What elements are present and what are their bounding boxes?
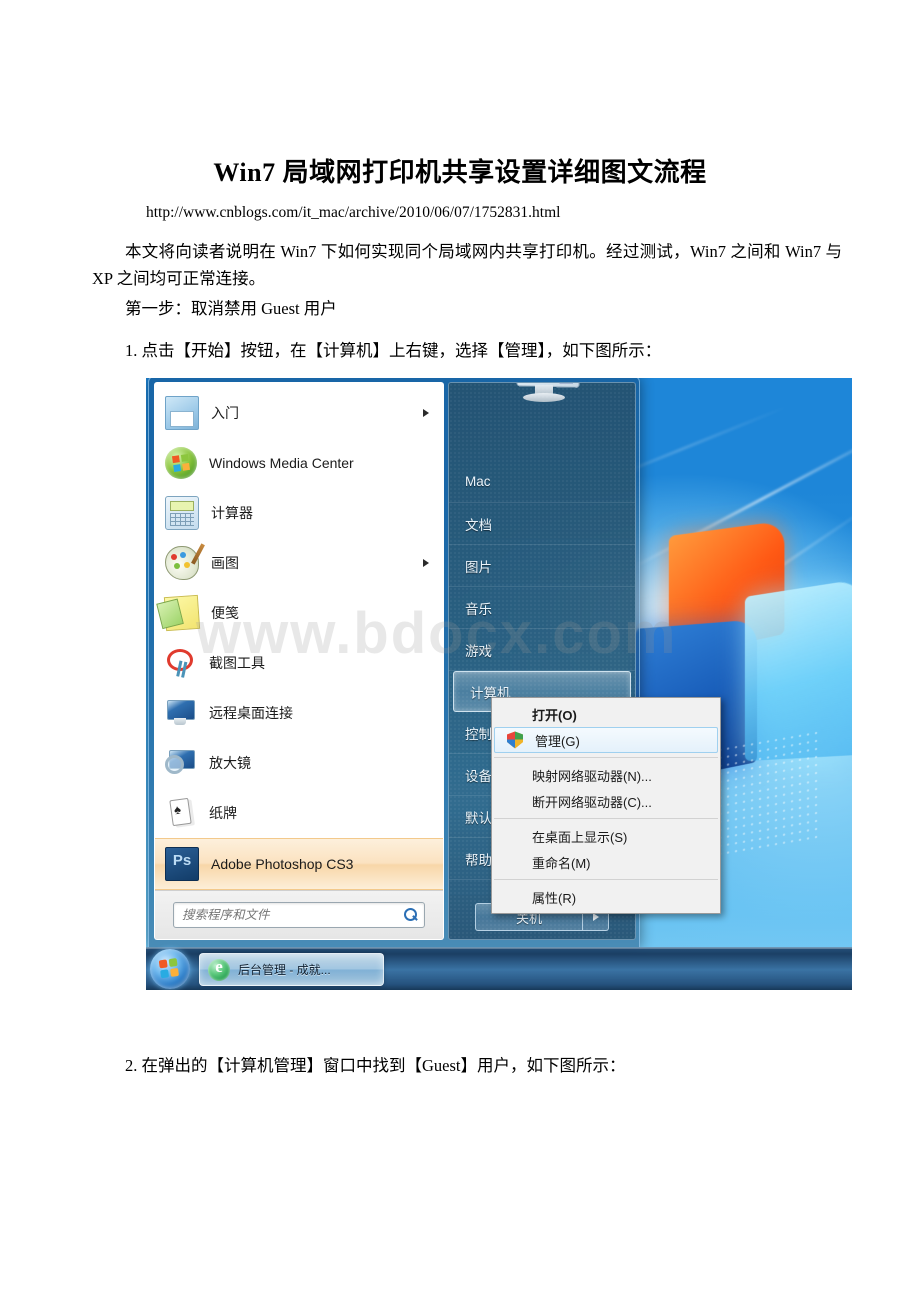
windows-logo-icon [158, 957, 182, 981]
sticky-notes-icon [163, 594, 201, 632]
place-label: Mac [465, 474, 491, 489]
internet-explorer-icon [208, 957, 230, 981]
solitaire-icon [165, 797, 197, 829]
context-menu-item-properties[interactable]: 属性(R) [492, 884, 720, 910]
start-menu-item-magnifier[interactable]: 放大镜 [155, 738, 443, 788]
embedded-screenshot-start-menu: 入门 Windows Media Center 计算器 画图 便笺 截图工具 远… [146, 378, 852, 990]
paint-icon [165, 546, 199, 580]
context-menu-item-show-on-desktop[interactable]: 在桌面上显示(S) [492, 823, 720, 849]
start-menu-item-label: 截图工具 [209, 655, 265, 671]
start-menu-place-music[interactable]: 音乐 [449, 587, 635, 629]
logo-quadrant-red [158, 959, 168, 969]
start-menu-item-snipping-tool[interactable]: 截图工具 [155, 638, 443, 688]
snipping-tool-icon [165, 647, 197, 679]
uac-shield-icon [507, 731, 523, 749]
source-url: http://www.cnblogs.com/it_mac/archive/20… [146, 204, 561, 221]
start-menu-item-label: 放大镜 [209, 755, 251, 771]
context-menu-item-disconnect-network-drive[interactable]: 断开网络驱动器(C)... [492, 788, 720, 814]
start-menu-item-photoshop[interactable]: Adobe Photoshop CS3 [155, 838, 443, 890]
context-menu-item-map-network-drive[interactable]: 映射网络驱动器(N)... [492, 762, 720, 788]
search-box[interactable] [173, 902, 425, 928]
taskbar: 后台管理 - 成就... [146, 947, 852, 990]
start-menu-item-remote-desktop[interactable]: 远程桌面连接 [155, 688, 443, 738]
start-menu-item-label: 远程桌面连接 [209, 705, 293, 721]
intro-paragraph: 本文将向读者说明在 Win7 下如何实现同个局域网内共享打印机。经过测试，Win… [92, 242, 842, 288]
start-menu-item-label: Adobe Photoshop CS3 [211, 856, 354, 872]
start-menu-item-label: 入门 [211, 405, 239, 421]
step1-heading: 第一步：取消禁用 Guest 用户 [125, 299, 337, 318]
taskbar-button-browser[interactable]: 后台管理 - 成就... [199, 953, 384, 986]
start-menu-item-windows-media-center[interactable]: Windows Media Center [155, 438, 443, 488]
calculator-icon [165, 496, 199, 530]
step1-item1: 1. 点击【开始】按钮，在【计算机】上右键，选择【管理】，如下图所示： [125, 341, 662, 360]
start-menu-item-label: 纸牌 [209, 805, 237, 821]
search-icon [404, 908, 418, 922]
context-menu-item-label: 管理(G) [535, 733, 580, 749]
chevron-right-icon [423, 409, 429, 417]
logo-quadrant-yellow [170, 967, 180, 977]
divider [494, 757, 718, 758]
step1-item2: 2. 在弹出的【计算机管理】窗口中找到【Guest】用户，如下图所示： [125, 1056, 626, 1075]
context-menu-item-manage[interactable]: 管理(G) [494, 727, 718, 753]
start-menu-item-label: Windows Media Center [209, 455, 354, 471]
document-page: Win7 局域网打印机共享设置详细图文流程 http://www.cnblogs… [0, 0, 920, 1302]
divider [494, 818, 718, 819]
place-label: 音乐 [465, 601, 492, 617]
logo-quadrant-blue [160, 969, 170, 979]
logo-quadrant-green [168, 957, 178, 968]
place-label: 游戏 [465, 643, 492, 659]
start-menu-item-label: 画图 [211, 555, 239, 571]
taskbar-button-label: 后台管理 - 成就... [238, 963, 331, 977]
start-menu-left-pane: 入门 Windows Media Center 计算器 画图 便笺 截图工具 远… [154, 382, 444, 940]
getting-started-icon [165, 396, 199, 430]
start-menu-item-label: 计算器 [211, 505, 253, 521]
search-input[interactable] [180, 907, 404, 923]
photoshop-icon [165, 847, 199, 881]
start-menu-search-area [155, 890, 443, 939]
start-button[interactable] [150, 949, 190, 989]
divider [494, 879, 718, 880]
start-menu-place-documents[interactable]: 文档 [449, 503, 635, 545]
magnifier-icon [165, 747, 197, 779]
start-menu-place-pictures[interactable]: 图片 [449, 545, 635, 587]
start-menu-item-solitaire[interactable]: 纸牌 [155, 788, 443, 838]
start-menu-place-games[interactable]: 游戏 [449, 629, 635, 671]
chevron-right-icon [423, 559, 429, 567]
start-menu-item-sticky-notes[interactable]: 便笺 [155, 588, 443, 638]
place-label: 文档 [465, 517, 492, 533]
context-menu-item-rename[interactable]: 重命名(M) [492, 849, 720, 875]
start-menu-item-getting-started[interactable]: 入门 [155, 388, 443, 438]
windows-media-center-icon [165, 447, 197, 479]
context-menu-item-open[interactable]: 打开(O) [492, 701, 720, 727]
start-menu-item-calculator[interactable]: 计算器 [155, 488, 443, 538]
place-label: 图片 [465, 559, 492, 575]
page-title: Win7 局域网打印机共享设置详细图文流程 [213, 158, 707, 187]
start-menu-item-paint[interactable]: 画图 [155, 538, 443, 588]
computer-context-menu: 打开(O) 管理(G) 映射网络驱动器(N)... 断开网络驱动器(C)... … [491, 697, 721, 914]
start-menu-item-label: 便笺 [211, 605, 239, 621]
remote-desktop-icon [165, 697, 197, 729]
start-menu-place-user[interactable]: Mac [449, 461, 635, 503]
start-menu-program-list: 入门 Windows Media Center 计算器 画图 便笺 截图工具 远… [155, 383, 443, 890]
